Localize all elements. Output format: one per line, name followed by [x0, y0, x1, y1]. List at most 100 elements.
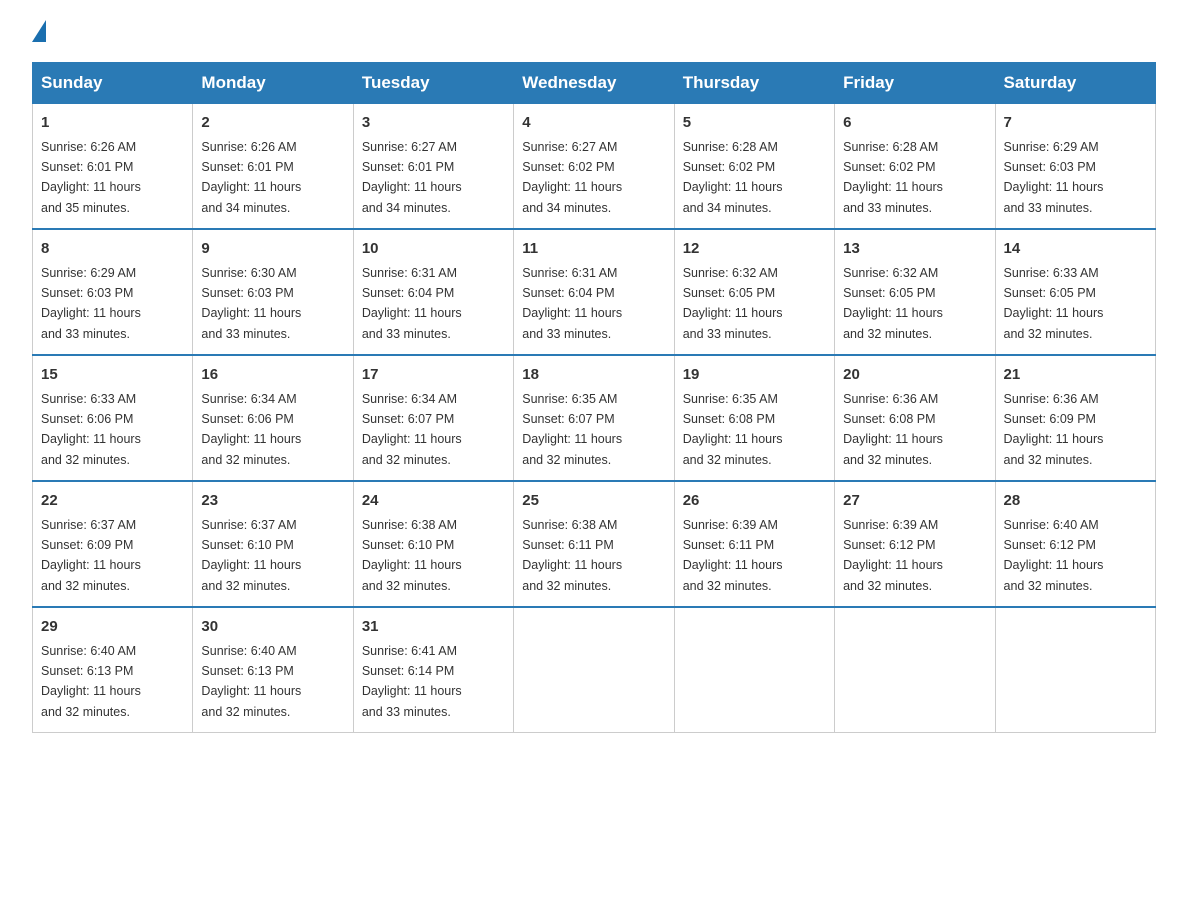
calendar-table: SundayMondayTuesdayWednesdayThursdayFrid…	[32, 62, 1156, 733]
calendar-cell: 20 Sunrise: 6:36 AMSunset: 6:08 PMDaylig…	[835, 355, 995, 481]
day-info: Sunrise: 6:33 AMSunset: 6:05 PMDaylight:…	[1004, 266, 1104, 341]
day-info: Sunrise: 6:29 AMSunset: 6:03 PMDaylight:…	[1004, 140, 1104, 215]
calendar-cell: 7 Sunrise: 6:29 AMSunset: 6:03 PMDayligh…	[995, 104, 1155, 230]
calendar-cell	[514, 607, 674, 733]
day-number: 24	[362, 490, 505, 513]
day-info: Sunrise: 6:34 AMSunset: 6:06 PMDaylight:…	[201, 392, 301, 467]
day-number: 6	[843, 112, 986, 135]
day-info: Sunrise: 6:39 AMSunset: 6:11 PMDaylight:…	[683, 518, 783, 593]
day-info: Sunrise: 6:40 AMSunset: 6:13 PMDaylight:…	[41, 644, 141, 719]
day-info: Sunrise: 6:28 AMSunset: 6:02 PMDaylight:…	[683, 140, 783, 215]
day-info: Sunrise: 6:33 AMSunset: 6:06 PMDaylight:…	[41, 392, 141, 467]
calendar-cell: 27 Sunrise: 6:39 AMSunset: 6:12 PMDaylig…	[835, 481, 995, 607]
day-info: Sunrise: 6:31 AMSunset: 6:04 PMDaylight:…	[362, 266, 462, 341]
day-info: Sunrise: 6:38 AMSunset: 6:11 PMDaylight:…	[522, 518, 622, 593]
calendar-cell: 24 Sunrise: 6:38 AMSunset: 6:10 PMDaylig…	[353, 481, 513, 607]
day-number: 10	[362, 238, 505, 261]
day-info: Sunrise: 6:31 AMSunset: 6:04 PMDaylight:…	[522, 266, 622, 341]
calendar-cell: 25 Sunrise: 6:38 AMSunset: 6:11 PMDaylig…	[514, 481, 674, 607]
calendar-cell	[835, 607, 995, 733]
day-info: Sunrise: 6:41 AMSunset: 6:14 PMDaylight:…	[362, 644, 462, 719]
col-header-friday: Friday	[835, 63, 995, 104]
calendar-cell: 30 Sunrise: 6:40 AMSunset: 6:13 PMDaylig…	[193, 607, 353, 733]
day-number: 21	[1004, 364, 1147, 387]
day-number: 29	[41, 616, 184, 639]
day-number: 16	[201, 364, 344, 387]
day-info: Sunrise: 6:38 AMSunset: 6:10 PMDaylight:…	[362, 518, 462, 593]
calendar-cell: 21 Sunrise: 6:36 AMSunset: 6:09 PMDaylig…	[995, 355, 1155, 481]
day-info: Sunrise: 6:26 AMSunset: 6:01 PMDaylight:…	[41, 140, 141, 215]
day-info: Sunrise: 6:34 AMSunset: 6:07 PMDaylight:…	[362, 392, 462, 467]
calendar-cell: 23 Sunrise: 6:37 AMSunset: 6:10 PMDaylig…	[193, 481, 353, 607]
day-number: 18	[522, 364, 665, 387]
calendar-cell: 5 Sunrise: 6:28 AMSunset: 6:02 PMDayligh…	[674, 104, 834, 230]
day-info: Sunrise: 6:35 AMSunset: 6:07 PMDaylight:…	[522, 392, 622, 467]
day-number: 7	[1004, 112, 1147, 135]
day-number: 4	[522, 112, 665, 135]
day-info: Sunrise: 6:36 AMSunset: 6:09 PMDaylight:…	[1004, 392, 1104, 467]
col-header-wednesday: Wednesday	[514, 63, 674, 104]
col-header-monday: Monday	[193, 63, 353, 104]
day-number: 25	[522, 490, 665, 513]
col-header-sunday: Sunday	[33, 63, 193, 104]
day-info: Sunrise: 6:32 AMSunset: 6:05 PMDaylight:…	[683, 266, 783, 341]
day-number: 31	[362, 616, 505, 639]
day-info: Sunrise: 6:27 AMSunset: 6:01 PMDaylight:…	[362, 140, 462, 215]
calendar-cell: 1 Sunrise: 6:26 AMSunset: 6:01 PMDayligh…	[33, 104, 193, 230]
calendar-cell: 16 Sunrise: 6:34 AMSunset: 6:06 PMDaylig…	[193, 355, 353, 481]
page-header	[32, 24, 1156, 42]
day-number: 8	[41, 238, 184, 261]
calendar-cell: 29 Sunrise: 6:40 AMSunset: 6:13 PMDaylig…	[33, 607, 193, 733]
day-info: Sunrise: 6:40 AMSunset: 6:13 PMDaylight:…	[201, 644, 301, 719]
day-number: 19	[683, 364, 826, 387]
calendar-cell: 3 Sunrise: 6:27 AMSunset: 6:01 PMDayligh…	[353, 104, 513, 230]
day-number: 23	[201, 490, 344, 513]
day-info: Sunrise: 6:26 AMSunset: 6:01 PMDaylight:…	[201, 140, 301, 215]
calendar-cell: 28 Sunrise: 6:40 AMSunset: 6:12 PMDaylig…	[995, 481, 1155, 607]
day-info: Sunrise: 6:36 AMSunset: 6:08 PMDaylight:…	[843, 392, 943, 467]
logo	[32, 24, 46, 42]
day-number: 3	[362, 112, 505, 135]
day-number: 20	[843, 364, 986, 387]
day-info: Sunrise: 6:30 AMSunset: 6:03 PMDaylight:…	[201, 266, 301, 341]
day-number: 27	[843, 490, 986, 513]
day-info: Sunrise: 6:35 AMSunset: 6:08 PMDaylight:…	[683, 392, 783, 467]
calendar-cell: 10 Sunrise: 6:31 AMSunset: 6:04 PMDaylig…	[353, 229, 513, 355]
calendar-cell: 22 Sunrise: 6:37 AMSunset: 6:09 PMDaylig…	[33, 481, 193, 607]
day-number: 22	[41, 490, 184, 513]
day-number: 12	[683, 238, 826, 261]
day-info: Sunrise: 6:39 AMSunset: 6:12 PMDaylight:…	[843, 518, 943, 593]
day-number: 1	[41, 112, 184, 135]
day-number: 17	[362, 364, 505, 387]
calendar-week-row: 1 Sunrise: 6:26 AMSunset: 6:01 PMDayligh…	[33, 104, 1156, 230]
calendar-cell: 31 Sunrise: 6:41 AMSunset: 6:14 PMDaylig…	[353, 607, 513, 733]
calendar-cell: 9 Sunrise: 6:30 AMSunset: 6:03 PMDayligh…	[193, 229, 353, 355]
calendar-cell: 6 Sunrise: 6:28 AMSunset: 6:02 PMDayligh…	[835, 104, 995, 230]
calendar-cell: 26 Sunrise: 6:39 AMSunset: 6:11 PMDaylig…	[674, 481, 834, 607]
day-info: Sunrise: 6:29 AMSunset: 6:03 PMDaylight:…	[41, 266, 141, 341]
calendar-week-row: 15 Sunrise: 6:33 AMSunset: 6:06 PMDaylig…	[33, 355, 1156, 481]
calendar-cell: 15 Sunrise: 6:33 AMSunset: 6:06 PMDaylig…	[33, 355, 193, 481]
col-header-saturday: Saturday	[995, 63, 1155, 104]
day-info: Sunrise: 6:40 AMSunset: 6:12 PMDaylight:…	[1004, 518, 1104, 593]
day-info: Sunrise: 6:32 AMSunset: 6:05 PMDaylight:…	[843, 266, 943, 341]
logo-triangle-icon	[32, 20, 46, 42]
day-number: 30	[201, 616, 344, 639]
day-number: 5	[683, 112, 826, 135]
calendar-cell	[995, 607, 1155, 733]
calendar-week-row: 22 Sunrise: 6:37 AMSunset: 6:09 PMDaylig…	[33, 481, 1156, 607]
day-info: Sunrise: 6:28 AMSunset: 6:02 PMDaylight:…	[843, 140, 943, 215]
day-number: 14	[1004, 238, 1147, 261]
col-header-tuesday: Tuesday	[353, 63, 513, 104]
calendar-cell: 18 Sunrise: 6:35 AMSunset: 6:07 PMDaylig…	[514, 355, 674, 481]
day-number: 9	[201, 238, 344, 261]
day-info: Sunrise: 6:37 AMSunset: 6:10 PMDaylight:…	[201, 518, 301, 593]
calendar-cell: 17 Sunrise: 6:34 AMSunset: 6:07 PMDaylig…	[353, 355, 513, 481]
calendar-cell: 19 Sunrise: 6:35 AMSunset: 6:08 PMDaylig…	[674, 355, 834, 481]
calendar-week-row: 8 Sunrise: 6:29 AMSunset: 6:03 PMDayligh…	[33, 229, 1156, 355]
calendar-week-row: 29 Sunrise: 6:40 AMSunset: 6:13 PMDaylig…	[33, 607, 1156, 733]
calendar-header-row: SundayMondayTuesdayWednesdayThursdayFrid…	[33, 63, 1156, 104]
day-number: 15	[41, 364, 184, 387]
calendar-cell: 8 Sunrise: 6:29 AMSunset: 6:03 PMDayligh…	[33, 229, 193, 355]
calendar-cell: 14 Sunrise: 6:33 AMSunset: 6:05 PMDaylig…	[995, 229, 1155, 355]
